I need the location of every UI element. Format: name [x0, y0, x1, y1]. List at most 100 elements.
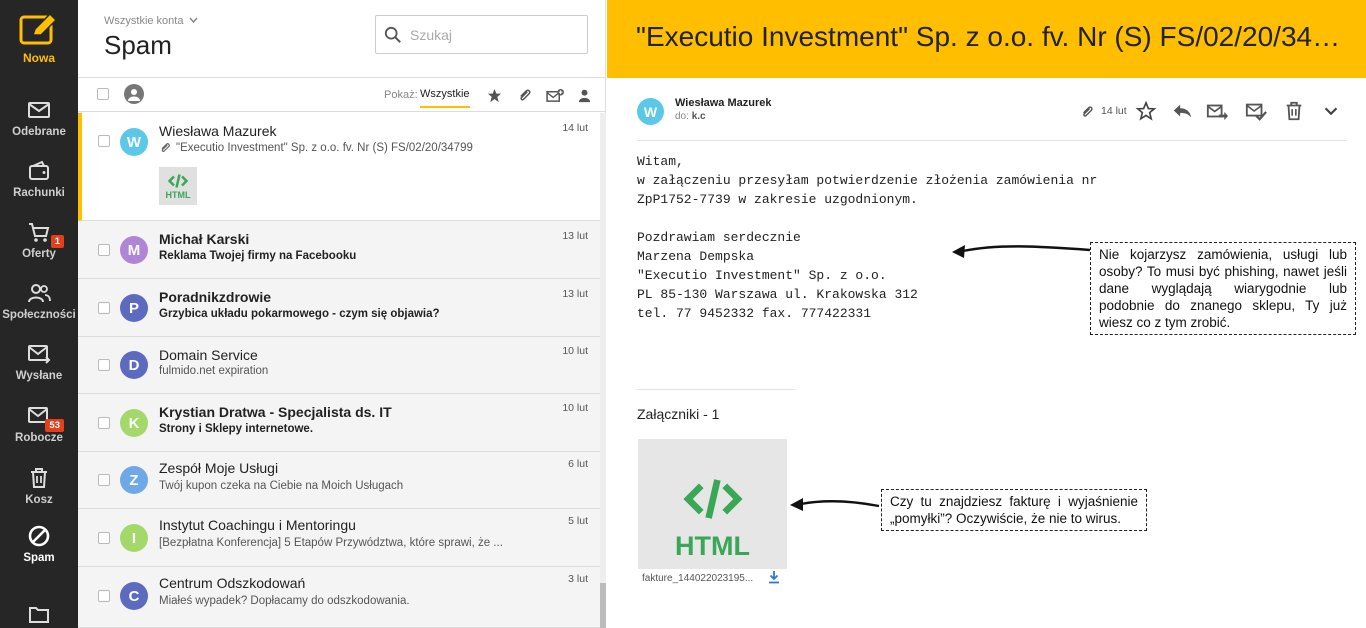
avatar: C [120, 582, 148, 610]
wallet-icon [26, 159, 52, 183]
attachments-filter-button[interactable] [516, 87, 532, 103]
message-date: 10 lut [562, 402, 588, 414]
message-date: 10 lut [562, 345, 588, 357]
folder-icon [26, 602, 52, 626]
nav-item-trash[interactable]: Kosz [0, 456, 78, 516]
attachment-thumbnail[interactable]: HTML [159, 167, 197, 205]
mark-read-button[interactable] [1244, 99, 1268, 123]
offers-filter-button[interactable] [545, 87, 565, 103]
download-icon[interactable] [767, 570, 781, 584]
row-checkbox[interactable] [98, 244, 110, 256]
list-toolbar: Pokaż: Wszystkie [78, 78, 606, 112]
reading-pane: "Executio Investment" Sp. z o.o. fv. Nr … [607, 0, 1366, 628]
avatar: W [637, 98, 664, 125]
star-button[interactable] [1134, 99, 1158, 123]
nav-item-communities[interactable]: Społeczności [0, 271, 78, 331]
mail-check-icon [1245, 103, 1267, 121]
row-checkbox[interactable] [98, 532, 110, 544]
attachment-preview [638, 477, 787, 521]
message-date: 14 lut [562, 122, 588, 134]
message-row[interactable]: W Wiesława Mazurek "Executio Investment"… [78, 113, 600, 221]
avatar: I [120, 524, 148, 552]
message-date: 5 lut [568, 515, 588, 527]
row-checkbox[interactable] [98, 302, 110, 314]
envelope-icon [26, 98, 52, 122]
row-checkbox[interactable] [98, 417, 110, 429]
chevron-down-icon [188, 17, 198, 24]
sender-filter-button[interactable] [124, 84, 144, 104]
avatar: W [120, 128, 148, 156]
folder-title: Spam [104, 30, 172, 60]
message-date: 13 lut [562, 288, 588, 300]
message-subject: Twój kupon czeka na Ciebie na Moich Usłu… [159, 480, 404, 492]
drafts-count-badge: 53 [45, 419, 64, 432]
from-name[interactable]: Wiesława Mazurek [675, 97, 772, 109]
list-header: Wszystkie konta Spam [78, 0, 606, 78]
search-box[interactable] [375, 15, 588, 54]
nav-item-sent[interactable]: Wysłane [0, 332, 78, 392]
mail-app: Nowa Odebrane Rachunki 1 Oferty Społeczn… [0, 0, 1366, 628]
account-selector-label: Wszystkie konta [104, 15, 184, 27]
more-actions-button[interactable] [1319, 99, 1343, 123]
message-row[interactable]: C Centrum Odszkodowań Miałeś wypadek? Do… [78, 567, 600, 628]
message-row[interactable]: I Instytut Coachingu i Mentoringu [Bezpł… [78, 509, 600, 567]
message-date: 3 lut [568, 573, 588, 585]
to-name: k.c [691, 111, 706, 122]
filter-all-tab[interactable]: Wszystkie [420, 88, 470, 108]
reply-button[interactable] [1170, 99, 1194, 123]
scrollbar-thumb[interactable] [600, 583, 606, 628]
message-sender: Domain Service [159, 347, 258, 363]
attachment-card[interactable]: HTML fakture_144022023195... [638, 439, 787, 588]
starred-filter-button[interactable] [486, 87, 502, 103]
mail-plus-icon [545, 88, 564, 102]
search-icon [384, 26, 401, 43]
message-row[interactable]: K Krystian Dratwa - Specjalista ds. IT S… [78, 394, 600, 452]
message-row[interactable]: M Michał Karski Reklama Twojej firmy na … [78, 221, 600, 279]
paperclip-icon [1083, 106, 1093, 117]
message-date: 13 lut [562, 230, 588, 242]
nav-item-folders[interactable] [0, 584, 78, 628]
message-subject: Strony i Sklepy internetowe. [159, 423, 314, 435]
nav-item-inbox[interactable]: Odebrane [0, 88, 78, 148]
account-selector[interactable]: Wszystkie konta [104, 15, 198, 27]
star-icon [1135, 100, 1157, 121]
person-icon [128, 89, 140, 101]
avatar: D [120, 351, 148, 379]
people-icon [26, 281, 52, 305]
offers-count-badge: 1 [50, 235, 64, 248]
nav-item-spam[interactable]: Spam [0, 514, 78, 574]
nav-label: Społeczności [2, 309, 76, 321]
row-checkbox[interactable] [98, 590, 110, 602]
compose-icon [19, 13, 58, 44]
row-checkbox[interactable] [98, 474, 110, 486]
message-row[interactable]: Z Zespół Moje Usługi Twój kupon czeka na… [78, 452, 600, 509]
nav-label: Spam [23, 552, 55, 564]
reply-icon [1173, 104, 1192, 118]
row-checkbox[interactable] [98, 135, 110, 147]
nav-label: Robocze [15, 432, 63, 444]
cart-icon: 1 [26, 220, 64, 248]
contacts-filter-button[interactable] [576, 87, 592, 103]
nav-item-bills[interactable]: Rachunki [0, 149, 78, 209]
message-row[interactable]: D Domain Service fulmido.net expiration … [78, 337, 600, 394]
nav-label: Wysłane [15, 370, 63, 382]
message-subject: [Bezpłatna Konferencja] 5 Etapów Przywód… [159, 537, 503, 549]
search-input[interactable] [410, 26, 580, 43]
select-all-checkbox[interactable] [97, 88, 109, 100]
nav-label: Oferty [22, 248, 56, 260]
draft-icon: 53 [26, 404, 64, 432]
paperclip-icon [519, 88, 531, 100]
forward-button[interactable] [1205, 99, 1229, 123]
message-row[interactable]: P Poradnikzdrowie Grzybica układu pokarm… [78, 279, 600, 337]
row-checkbox[interactable] [98, 359, 110, 371]
attachment-filename: fakture_144022023195... [638, 569, 787, 588]
avatar: P [120, 294, 148, 322]
trash-icon [26, 466, 52, 490]
avatar: K [120, 409, 148, 437]
new-message-button[interactable]: Nowa [0, 0, 78, 78]
nav-item-offers[interactable]: 1 Oferty [0, 210, 78, 270]
attachment-type: HTML [165, 189, 191, 200]
delete-button[interactable] [1282, 99, 1306, 123]
reading-header: "Executio Investment" Sp. z o.o. fv. Nr … [607, 0, 1366, 78]
nav-item-drafts[interactable]: 53 Robocze [0, 394, 78, 454]
